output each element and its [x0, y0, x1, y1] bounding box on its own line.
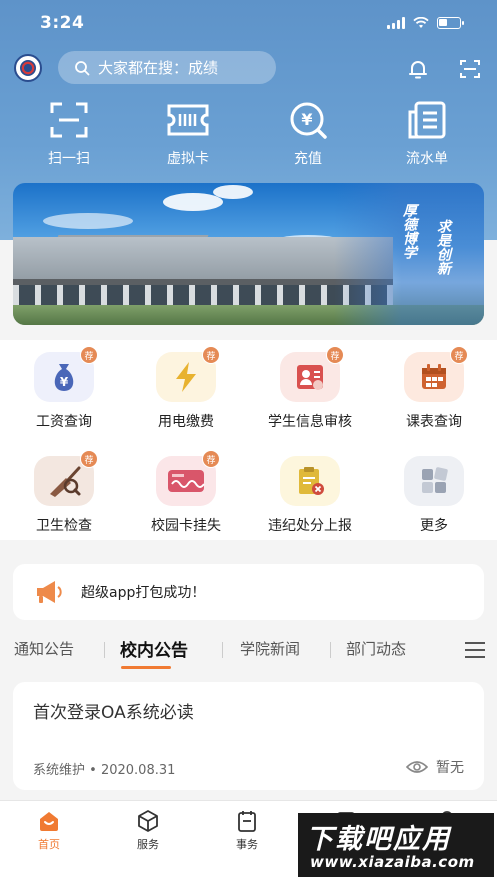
active-tab-indicator — [121, 666, 171, 669]
search-input[interactable]: 大家都在搜：成绩 — [58, 51, 276, 84]
banner-cloud — [213, 185, 253, 199]
quick-action-scan[interactable]: 扫一扫 — [24, 100, 114, 168]
tab-department-news[interactable]: 部门动态 — [346, 638, 406, 659]
status-time: 3:24 — [40, 13, 85, 33]
service-label: 卫生检查 — [36, 518, 92, 534]
tab-separator — [330, 642, 331, 658]
tabbar-services[interactable]: 服务 — [118, 809, 178, 852]
service-label: 课表查询 — [406, 414, 462, 430]
quick-action-label: 充值 — [294, 151, 322, 167]
article-date: 2020.08.31 — [100, 763, 176, 778]
service-label: 校园卡挂失 — [151, 518, 221, 534]
school-logo[interactable] — [14, 54, 42, 82]
virtual-card-icon — [166, 100, 210, 140]
service-label: 工资查询 — [36, 414, 92, 430]
scan-code-icon[interactable] — [457, 56, 483, 82]
article-meta-separator: • — [89, 763, 97, 778]
recommend-badge: 荐 — [326, 346, 344, 364]
service-label: 学生信息审核 — [268, 414, 352, 430]
recommend-badge: 荐 — [80, 450, 98, 468]
service-card-loss-report[interactable]: 荐 校园卡挂失 — [124, 450, 248, 535]
views-count: 暂无 — [436, 760, 464, 776]
tabbar-label: 服务 — [137, 838, 159, 851]
wifi-icon — [413, 17, 429, 28]
tab-campus-announcements[interactable]: 校内公告 — [120, 636, 188, 661]
signal-icon — [387, 17, 405, 29]
scan-icon — [47, 100, 91, 140]
banner-motto-left: 厚德博学 — [401, 203, 417, 259]
tab-separator — [222, 642, 223, 658]
statement-icon — [405, 100, 449, 140]
svg-text:¥: ¥ — [301, 110, 312, 129]
tab-separator — [104, 642, 105, 658]
tabbar-label: 首页 — [38, 838, 60, 851]
watermark-url: www.xiazaiba.com — [310, 853, 475, 871]
search-icon — [75, 60, 90, 75]
announcement-text: 超级app打包成功！ — [81, 585, 206, 601]
watermark-logo: 下载吧应用 www.xiazaiba.com — [298, 813, 494, 877]
top-row: 大家都在搜：成绩 — [0, 48, 497, 86]
article-card[interactable]: 首次登录OA系统必读 系统维护 • 2020.08.31 暂无 — [13, 682, 484, 790]
home-icon — [40, 812, 58, 831]
calendar-icon: 荐 — [404, 346, 468, 402]
banner-motto-right: 求是创新 — [435, 219, 451, 275]
search-placeholder: 大家都在搜：成绩 — [98, 59, 219, 77]
article-meta: 系统维护 • 2020.08.31 — [33, 759, 175, 778]
watermark-title: 下载吧应用 — [306, 824, 451, 855]
campus-banner[interactable]: 求是创新 厚德博学 — [13, 183, 484, 325]
eye-icon — [406, 761, 428, 773]
money-bag-icon: ¥ 荐 — [34, 346, 98, 402]
service-discipline-report[interactable]: 违纪处分上报 — [248, 456, 372, 535]
service-grid: ¥ 荐 工资查询 荐 用电缴费 荐 学生信息审核 荐 课表查询 荐 卫生检查 荐… — [0, 340, 497, 540]
menu-icon[interactable] — [465, 640, 485, 660]
recommend-badge: 荐 — [80, 346, 98, 364]
student-info-icon: 荐 — [280, 346, 344, 402]
banner-cloud — [163, 193, 223, 211]
quick-actions: 扫一扫 虚拟卡 ¥ 充值 流水单 — [0, 100, 497, 170]
service-student-info-review[interactable]: 荐 学生信息审核 — [248, 346, 372, 431]
quick-action-recharge[interactable]: ¥ 充值 — [263, 100, 353, 168]
banner-cloud — [43, 213, 133, 229]
tab-college-news[interactable]: 学院新闻 — [240, 638, 300, 659]
card-lost-icon: 荐 — [156, 450, 220, 506]
recommend-badge: 荐 — [450, 346, 468, 364]
recharge-icon: ¥ — [286, 100, 330, 140]
quick-action-label: 虚拟卡 — [167, 151, 209, 167]
quick-action-virtual-card[interactable]: 虚拟卡 — [143, 100, 233, 168]
quick-action-label: 流水单 — [406, 151, 448, 167]
service-label: 用电缴费 — [158, 414, 214, 430]
tabbar-label: 事务 — [236, 838, 258, 851]
svg-text:¥: ¥ — [60, 375, 69, 389]
article-title: 首次登录OA系统必读 — [33, 703, 194, 723]
service-label: 违纪处分上报 — [268, 518, 352, 534]
news-tabs: 通知公告 校内公告 学院新闻 部门动态 — [0, 630, 497, 670]
recommend-badge: 荐 — [202, 450, 220, 468]
tab-notices[interactable]: 通知公告 — [14, 638, 74, 659]
tabbar-affairs[interactable]: 事务 — [217, 809, 277, 852]
lightning-icon: 荐 — [156, 346, 220, 402]
notification-bell-icon[interactable] — [405, 56, 431, 82]
task-icon — [238, 811, 256, 832]
status-icons — [387, 17, 464, 29]
service-salary-query[interactable]: ¥ 荐 工资查询 — [2, 346, 126, 431]
battery-icon — [437, 17, 464, 29]
quick-action-statement[interactable]: 流水单 — [382, 100, 472, 168]
service-electricity-payment[interactable]: 荐 用电缴费 — [124, 346, 248, 431]
megaphone-icon — [37, 581, 62, 603]
quick-action-label: 扫一扫 — [48, 151, 90, 167]
service-more[interactable]: 更多 — [372, 456, 496, 535]
service-label: 更多 — [420, 518, 448, 534]
announcement-card[interactable]: 超级app打包成功！ — [13, 564, 484, 620]
broom-icon: 荐 — [34, 450, 98, 506]
status-bar: 3:24 — [0, 0, 497, 46]
report-icon — [280, 456, 340, 506]
service-hygiene-inspection[interactable]: 荐 卫生检查 — [2, 450, 126, 535]
service-timetable-query[interactable]: 荐 课表查询 — [372, 346, 496, 431]
article-views: 暂无 — [406, 757, 464, 777]
more-grid-icon — [404, 456, 464, 506]
tabbar-home[interactable]: 首页 — [19, 809, 79, 852]
cube-icon — [138, 810, 158, 832]
article-author: 系统维护 — [33, 763, 86, 778]
recommend-badge: 荐 — [202, 346, 220, 364]
